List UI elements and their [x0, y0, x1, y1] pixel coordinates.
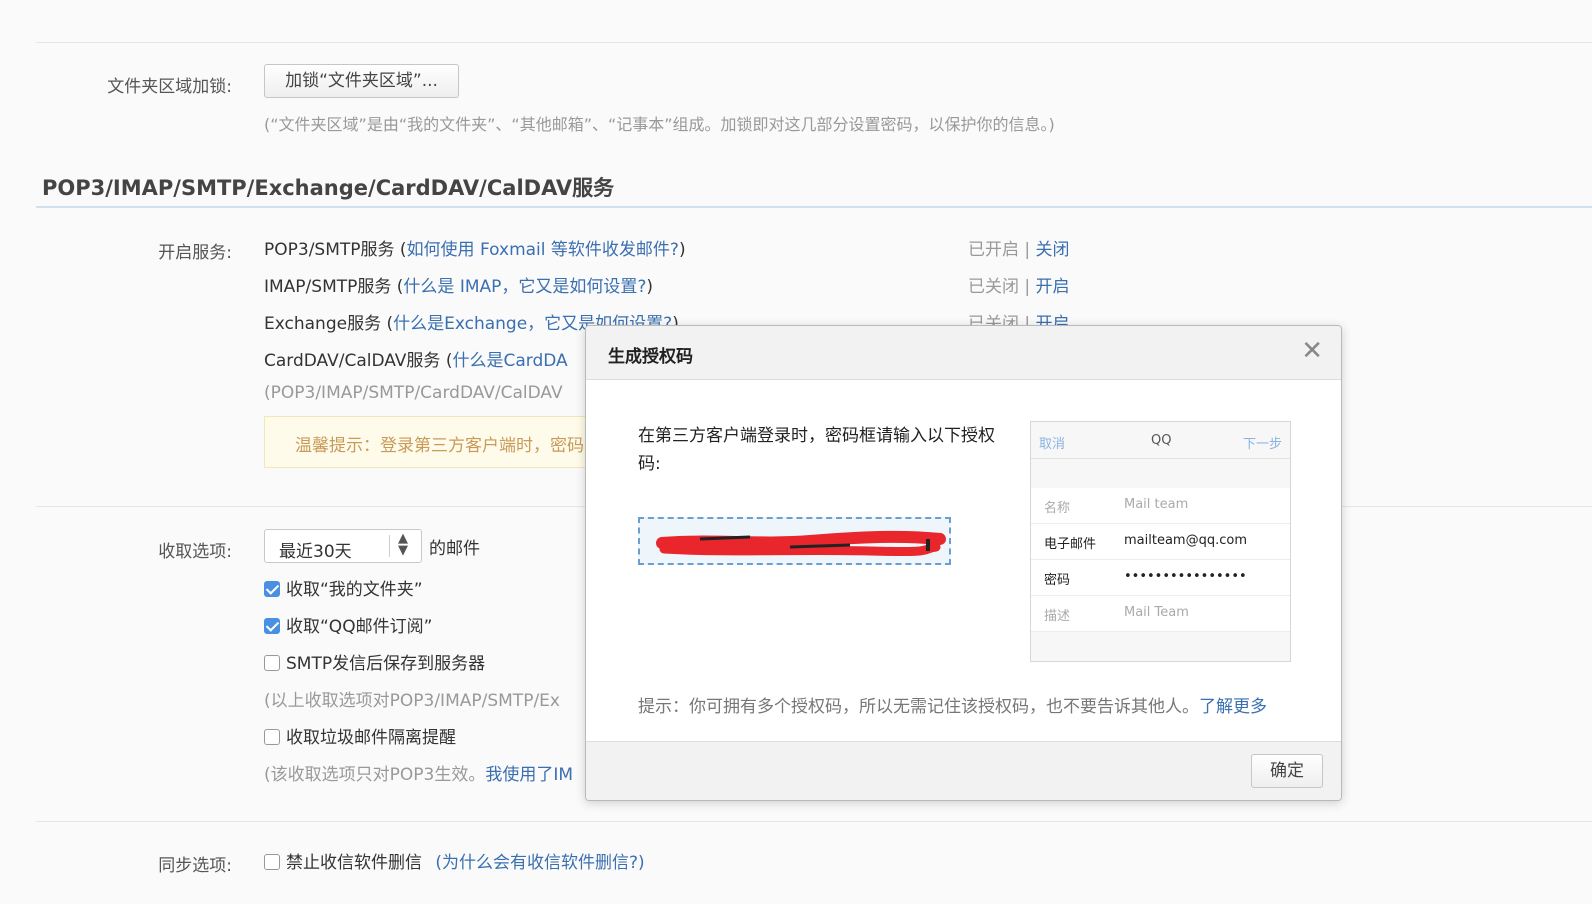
- toggle-pop3-link[interactable]: 关闭: [1036, 240, 1070, 260]
- receive-opt-subscriptions[interactable]: 收取“QQ邮件订阅”: [264, 612, 432, 637]
- service-status-imap: 已关闭 | 开启: [968, 272, 1070, 297]
- preview-key: 描述: [1044, 609, 1071, 624]
- service-help-link[interactable]: 什么是CardDA: [452, 351, 567, 371]
- preview-row-description: 描述 Mail Team: [1031, 596, 1290, 632]
- redaction-scribble-icon: [656, 530, 946, 557]
- sync-help-link[interactable]: (为什么会有收信软件删信?): [435, 853, 644, 873]
- section-title: POP3/IMAP/SMTP/Exchange/CardDAV/CalDAV服务: [42, 176, 615, 200]
- preview-key: 电子邮件: [1044, 537, 1097, 552]
- toggle-imap-link[interactable]: 开启: [1036, 277, 1070, 297]
- checkbox-checked[interactable]: [264, 581, 280, 597]
- status-text: 已开启 |: [968, 240, 1031, 260]
- preview-next: 下一步: [1242, 437, 1282, 452]
- dialog-footer: 确定: [586, 741, 1341, 800]
- note-link[interactable]: 我使用了IM: [485, 765, 573, 785]
- receive-note: (以上收取选项对POP3/IMAP/SMTP/Ex: [264, 691, 560, 711]
- updown-arrow-icon: ▲ ▼: [398, 531, 408, 558]
- checkbox-unchecked[interactable]: [264, 655, 280, 671]
- services-note: (POP3/IMAP/SMTP/CardDAV/CalDAV: [264, 383, 563, 403]
- dialog-header: 生成授权码 ✕: [586, 326, 1341, 380]
- service-name: CardDAV/CalDAV服务 (: [264, 351, 453, 371]
- dialog-instruction: 在第三方客户端登录时，密码框请输入以下授权码:: [638, 426, 995, 474]
- preview-value: mailteam@qq.com: [1124, 533, 1247, 548]
- preview-value: ••••••••••••••••: [1124, 569, 1247, 584]
- option-label: 收取“QQ邮件订阅”: [286, 617, 433, 637]
- checkbox-checked[interactable]: [264, 618, 280, 634]
- select-value: 最近30天: [279, 542, 352, 562]
- close-icon[interactable]: ✕: [1301, 336, 1323, 366]
- option-label: 收取垃圾邮件隔离提醒: [286, 728, 456, 748]
- receive-divider: [36, 821, 1592, 822]
- option-label: SMTP发信后保存到服务器: [286, 654, 486, 674]
- sync-label: 同步选项:: [158, 856, 232, 876]
- receive-opt-folders[interactable]: 收取“我的文件夹”: [264, 575, 423, 600]
- checkbox-unchecked[interactable]: [264, 729, 280, 745]
- dialog-tip: 提示：你可拥有多个授权码，所以无需记住该授权码，也不要告诉其他人。了解更多: [638, 692, 1267, 717]
- learn-more-link[interactable]: 了解更多: [1199, 697, 1267, 717]
- service-help-link[interactable]: 如何使用 Foxmail 等软件收发邮件?: [407, 240, 679, 260]
- status-text: 已关闭 |: [968, 277, 1031, 297]
- preview-row-email: 电子邮件 mailteam@qq.com: [1031, 524, 1290, 560]
- confirm-button[interactable]: 确定: [1251, 754, 1323, 788]
- service-help-link[interactable]: 什么是 IMAP，它又是如何设置?: [403, 277, 646, 297]
- service-close-paren: ): [646, 277, 654, 297]
- select-separator: [389, 535, 390, 557]
- service-name: IMAP/SMTP服务 (: [264, 277, 404, 297]
- preview-key: 密码: [1044, 573, 1071, 588]
- auth-code-dialog: 生成授权码 ✕ 在第三方客户端登录时，密码框请输入以下授权码: 取消 QQ 下一…: [585, 325, 1342, 801]
- preview-key: 名称: [1044, 501, 1071, 516]
- sync-opt-no-delete[interactable]: 禁止收信软件删信 (为什么会有收信软件删信?): [264, 848, 645, 873]
- auth-code-box[interactable]: [638, 517, 951, 565]
- service-name: Exchange服务 (: [264, 314, 394, 334]
- preview-row-password: 密码 ••••••••••••••••: [1031, 560, 1290, 596]
- receive-label: 收取选项:: [158, 542, 232, 562]
- preview-value: Mail team: [1124, 497, 1189, 512]
- receive-opt-smtp-save[interactable]: SMTP发信后保存到服务器: [264, 649, 485, 674]
- service-row-imap: IMAP/SMTP服务 (什么是 IMAP，它又是如何设置?): [264, 272, 653, 297]
- preview-center-title: QQ: [1151, 433, 1172, 448]
- client-settings-preview: 取消 QQ 下一步 名称 Mail team 电子邮件 mailteam@qq.…: [1030, 421, 1291, 662]
- section-divider: [36, 206, 1592, 208]
- option-label: 收取“我的文件夹”: [286, 580, 423, 600]
- service-name: POP3/SMTP服务 (: [264, 240, 407, 260]
- checkbox-unchecked[interactable]: [264, 854, 280, 870]
- receive-opt-spam[interactable]: 收取垃圾邮件隔离提醒: [264, 723, 456, 748]
- receive-suffix: 的邮件: [429, 539, 480, 559]
- services-label: 开启服务:: [158, 243, 232, 263]
- folder-lock-button[interactable]: 加锁“文件夹区域”...: [264, 64, 459, 98]
- tip-text: 提示：你可拥有多个授权码，所以无需记住该授权码，也不要告诉其他人。: [638, 697, 1199, 717]
- service-close-paren: ): [678, 240, 686, 260]
- dialog-title: 生成授权码: [608, 347, 693, 367]
- preview-value: Mail Team: [1124, 605, 1189, 620]
- service-row-carddav: CardDAV/CalDAV服务 (什么是CardDA: [264, 346, 568, 371]
- top-divider: [36, 42, 1592, 43]
- receive-range-select[interactable]: 最近30天 ▲ ▼: [264, 529, 422, 563]
- folder-lock-note: (“文件夹区域”是由“我的文件夹”、“其他邮箱”、“记事本”组成。加锁即对这几部…: [264, 115, 1055, 134]
- receive-note-2: (该收取选项只对POP3生效。我使用了IM: [264, 760, 573, 785]
- service-row-pop3: POP3/SMTP服务 (如何使用 Foxmail 等软件收发邮件?): [264, 235, 686, 260]
- preview-header: 取消 QQ 下一步: [1031, 422, 1290, 459]
- preview-row-name: 名称 Mail team: [1031, 488, 1290, 524]
- folder-lock-label: 文件夹区域加锁:: [107, 77, 232, 97]
- option-label: 禁止收信软件删信: [286, 853, 422, 873]
- service-status-pop3: 已开启 | 关闭: [968, 235, 1070, 260]
- note-text: (该收取选项只对POP3生效。: [264, 765, 486, 785]
- preview-cancel: 取消: [1039, 437, 1066, 452]
